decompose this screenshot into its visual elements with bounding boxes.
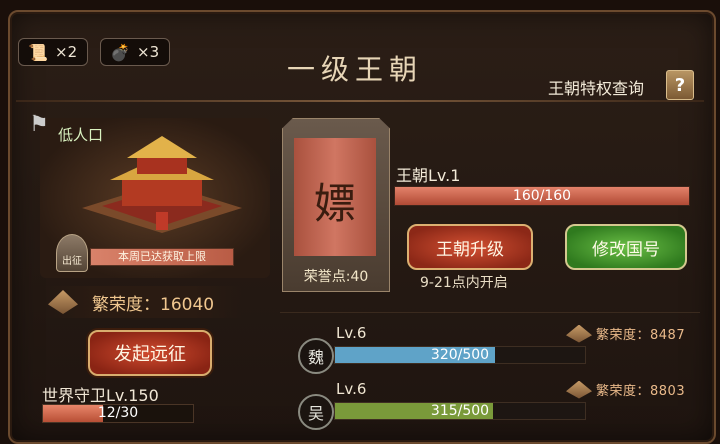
dynasty-upgrade-button[interactable]: 王朝升级 <box>407 224 533 270</box>
weekly-limit-bar: 本周已达获取上限 <box>90 248 234 266</box>
rival-level: Lv.6 <box>336 324 367 342</box>
prosperity-icon <box>48 290 78 314</box>
dynasty-progress-bar: 160/160 <box>394 186 690 206</box>
resource-count: ×3 <box>137 43 160 61</box>
resource-count: ×2 <box>55 43 78 61</box>
help-button[interactable]: ? <box>666 70 694 100</box>
page-title: 一级王朝 <box>286 53 423 86</box>
rival-prosperity: 繁荣度：8803 <box>566 380 685 399</box>
rival-progress-bar: 315/500 <box>334 402 586 420</box>
world-guard-progress: 12/30 <box>42 404 194 423</box>
prosperity-icon <box>566 324 592 343</box>
open-time-note: 9-21点内开启 <box>420 275 508 291</box>
world-guard-label: 世界守卫Lv.150 <box>42 386 159 405</box>
stamp-icon: 出征 <box>56 234 88 272</box>
dynasty-banner-char: 嫖 <box>313 179 356 228</box>
rival-progress-bar: 320/500 <box>334 346 586 364</box>
rename-dynasty-button[interactable]: 修改国号 <box>565 224 687 270</box>
resource-chip-scroll: 📜 ×2 <box>18 38 89 66</box>
scroll-icon: 📜 <box>28 42 48 62</box>
rival-level: Lv.6 <box>336 380 367 398</box>
rival-badge: 魏 <box>298 338 334 374</box>
prosperity-icon <box>566 380 592 399</box>
world-guard-progress-text: 12/30 <box>97 405 139 421</box>
dynasty-level: 王朝Lv.1 <box>396 166 461 185</box>
resource-chip-bomb: 💣 ×3 <box>100 38 171 66</box>
rival-prosperity-value: 繁荣度：8803 <box>596 384 686 399</box>
honor-points: 荣誉点:40 <box>303 269 369 285</box>
dynasty-banner: 嫖 <box>294 138 376 256</box>
section-divider <box>280 312 700 313</box>
banner-icon: ⚑ <box>29 112 49 137</box>
bomb-icon: 💣 <box>110 42 130 62</box>
rival-badge: 吴 <box>298 394 334 430</box>
palace-image[interactable] <box>72 128 252 238</box>
launch-expedition-button[interactable]: 发起远征 <box>88 330 212 376</box>
prosperity-value: 繁荣度：16040 <box>92 294 215 315</box>
privilege-query-link[interactable]: 王朝特权查询 <box>548 75 644 99</box>
rival-progress-text: 315/500 <box>430 403 490 419</box>
prosperity-row: 繁荣度：16040 <box>44 286 242 318</box>
rival-progress-text: 320/500 <box>430 347 490 363</box>
rival-prosperity-value: 繁荣度：8487 <box>596 328 686 343</box>
title-divider <box>16 100 704 102</box>
rival-prosperity: 繁荣度：8487 <box>566 324 685 343</box>
